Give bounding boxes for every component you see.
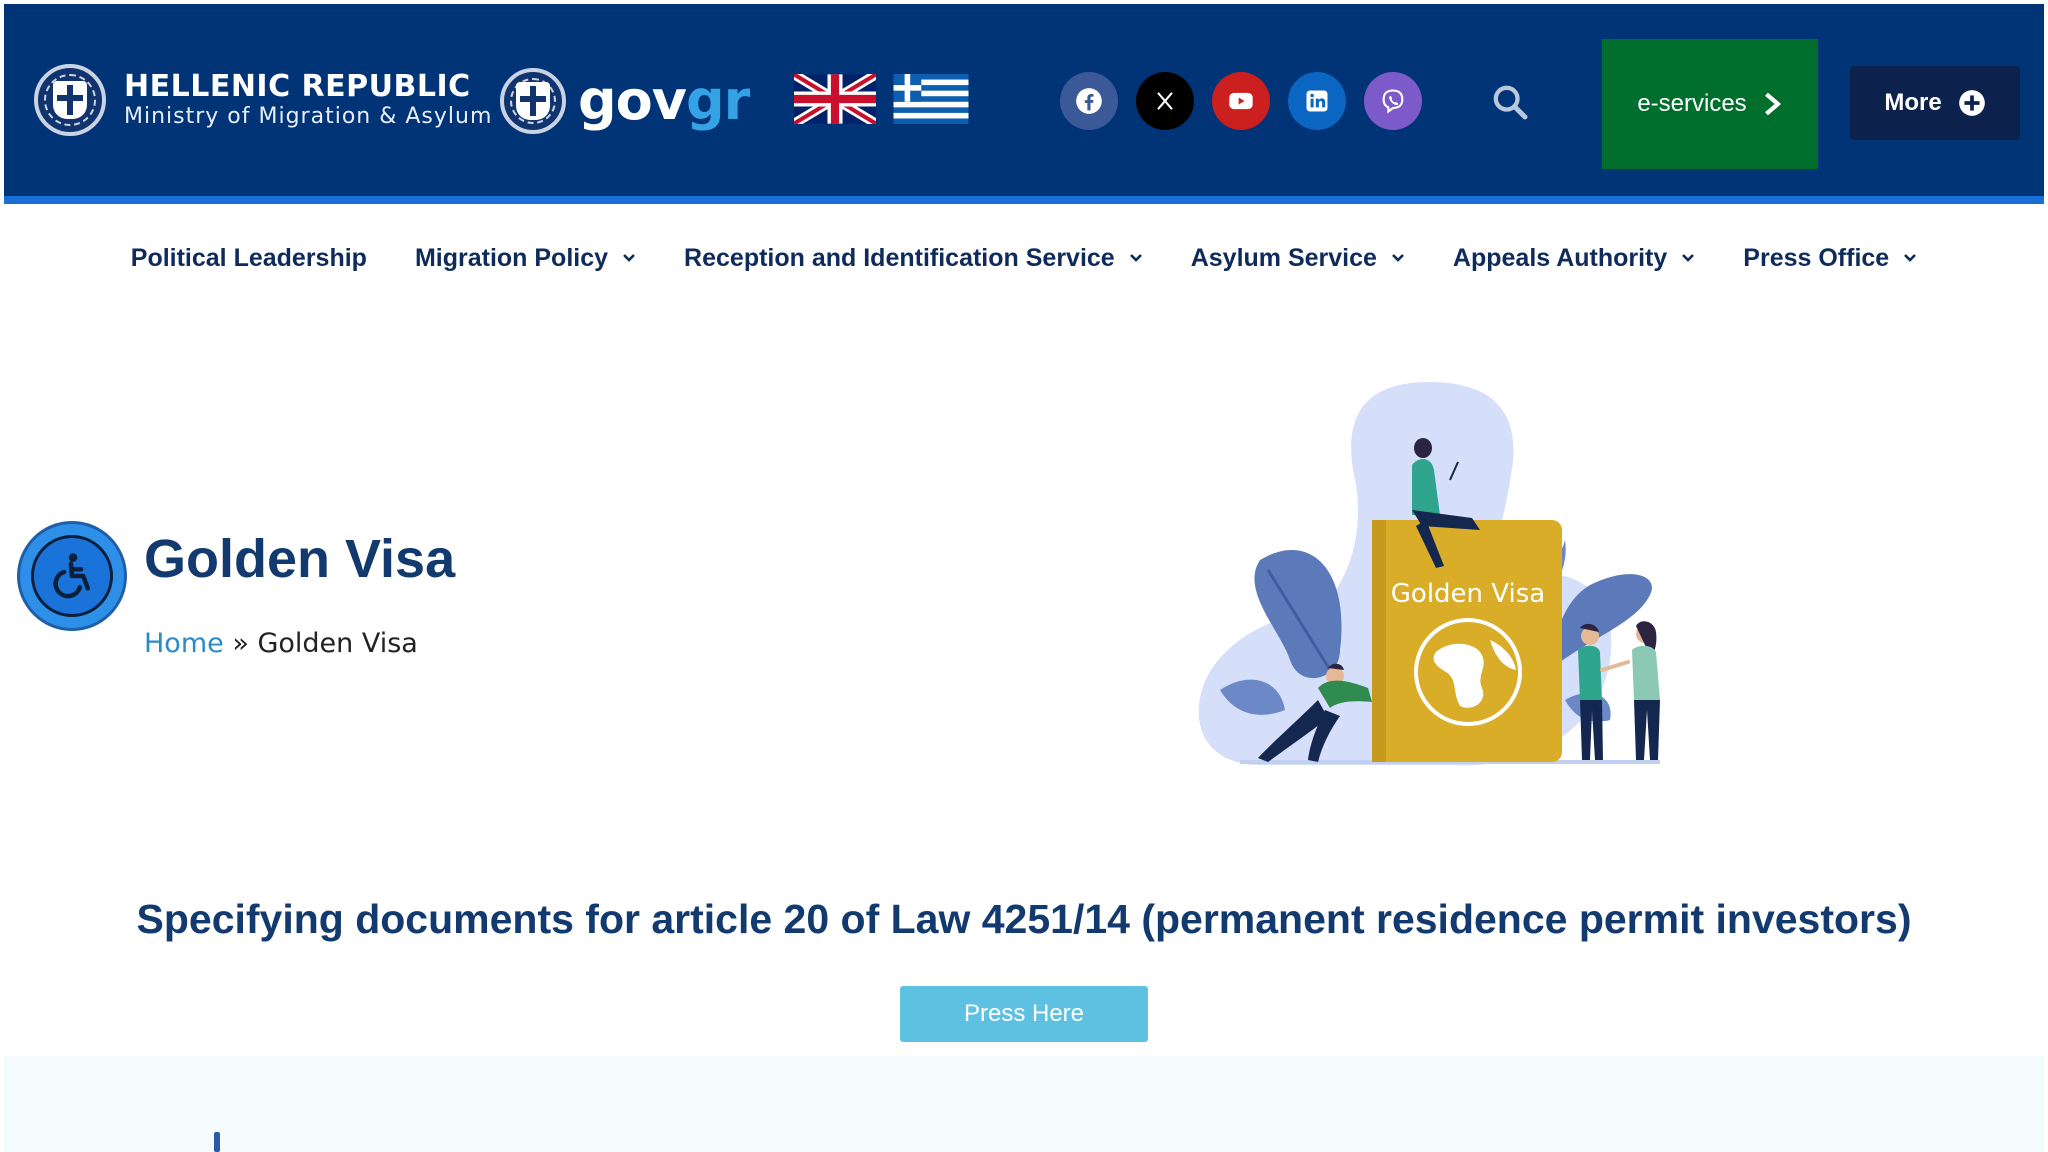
facebook-icon[interactable] [1060,72,1118,130]
more-button[interactable]: More [1850,66,2020,140]
ministry-brand[interactable]: HELLENIC REPUBLIC Ministry of Migration … [34,64,492,136]
nav-political-leadership[interactable]: Political Leadership [131,236,367,280]
nav-label: Migration Policy [414,243,609,272]
united-kingdom-flag[interactable] [794,74,876,124]
plus-circle-icon [1958,90,1985,116]
chevron-down-icon [623,254,635,262]
linkedin-icon[interactable] [1288,72,1346,130]
nav-label: Reception and Identification Service [684,243,1115,272]
golden-visa-illustration: Golden Visa [1198,382,1660,766]
govgr-wordmark: govgr [578,69,750,132]
section-title: Specifying documents for article 20 of L… [136,896,1912,942]
content-marker [214,1132,220,1152]
language-switcher [794,74,972,124]
content-band [4,1056,2044,1152]
viber-icon[interactable] [1364,72,1422,130]
brand-subtitle: Ministry of Migration & Asylum [124,104,493,129]
govgr-seal-icon [500,68,566,134]
govgr-wordmark-main: gov [578,69,687,132]
nav-asylum-service[interactable]: Asylum Service [1191,236,1405,280]
press-here-button[interactable]: Press Here [900,986,1148,1042]
top-header: HELLENIC REPUBLIC Ministry of Migration … [4,4,2044,198]
search-icon[interactable] [1488,80,1532,124]
nav-reception-identification[interactable]: Reception and Identification Service [684,236,1143,280]
nav-migration-policy[interactable]: Migration Policy [415,236,636,280]
greece-flag[interactable] [890,74,972,124]
page: HELLENIC REPUBLIC Ministry of Migration … [0,0,2048,1152]
main-nav: Political Leadership Migration Policy Re… [0,236,2048,280]
header-stripe [4,196,2044,204]
accessibility-button[interactable] [20,524,124,628]
youtube-icon[interactable] [1212,72,1270,130]
nav-appeals-authority[interactable]: Appeals Authority [1453,236,1695,280]
more-label: More [1884,89,1942,116]
breadcrumb-home-link[interactable]: Home [144,628,224,659]
page-title: Golden Visa [144,529,456,589]
x-icon[interactable] [1136,72,1194,130]
wheelchair-icon [53,553,90,599]
illustration-label: Golden Visa [1391,579,1545,609]
eservices-button[interactable]: e-services [1602,39,1818,169]
nav-label: Asylum Service [1190,243,1377,272]
nav-label: Press Office [1743,243,1890,272]
breadcrumb-separator: » [232,628,249,659]
govgr-logo[interactable]: govgr [500,68,750,134]
govgr-wordmark-accent: gr [685,69,750,132]
brand-title: HELLENIC REPUBLIC [124,69,471,104]
chevron-down-icon [1129,254,1142,262]
chevron-down-icon [1392,254,1404,262]
breadcrumb: Home » Golden Visa [144,628,418,659]
chevron-down-icon [1904,254,1917,262]
breadcrumb-current: Golden Visa [257,628,418,659]
chevron-right-icon [1765,92,1782,116]
eservices-label: e-services [1637,90,1747,117]
hellenic-seal-icon [34,64,106,136]
nav-label: Political Leadership [130,243,367,272]
social-links [1060,72,1422,130]
nav-label: Appeals Authority [1452,243,1668,272]
chevron-down-icon [1682,254,1695,262]
nav-press-office[interactable]: Press Office [1743,236,1917,280]
